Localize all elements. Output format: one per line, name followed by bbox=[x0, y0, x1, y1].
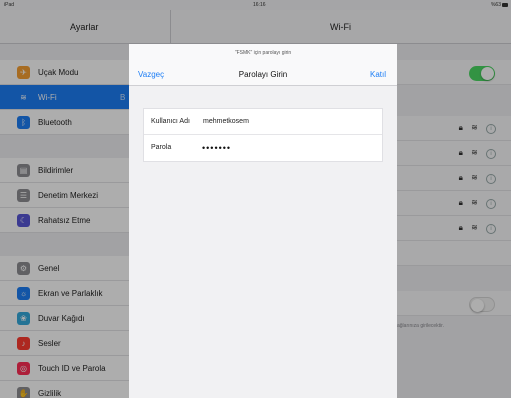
password-row[interactable]: Parola ••••••• bbox=[144, 135, 382, 161]
modal-prompt: "FSMK" için parolayı girin bbox=[234, 50, 292, 56]
modal-title: Parolayı Girin bbox=[238, 70, 288, 79]
credentials-form: Kullanıcı Adı mehmetkosem Parola ••••••• bbox=[143, 108, 383, 162]
password-label: Parola bbox=[151, 144, 172, 151]
password-field[interactable]: ••••••• bbox=[202, 143, 231, 153]
cancel-button[interactable]: Vazgeç bbox=[138, 70, 164, 79]
modal-header: "FSMK" için parolayı girin Vazgeç Parola… bbox=[129, 44, 397, 86]
username-field[interactable]: mehmetkosem bbox=[203, 118, 249, 125]
join-button[interactable]: Katıl bbox=[370, 70, 386, 79]
username-row[interactable]: Kullanıcı Adı mehmetkosem bbox=[144, 109, 382, 135]
ipad-settings-screen: iPad 16:16 %63 Ayarlar Wi-Fi ✈ Uçak Modu… bbox=[0, 0, 511, 398]
username-label: Kullanıcı Adı bbox=[151, 118, 190, 125]
password-modal: "FSMK" için parolayı girin Vazgeç Parola… bbox=[129, 44, 397, 398]
